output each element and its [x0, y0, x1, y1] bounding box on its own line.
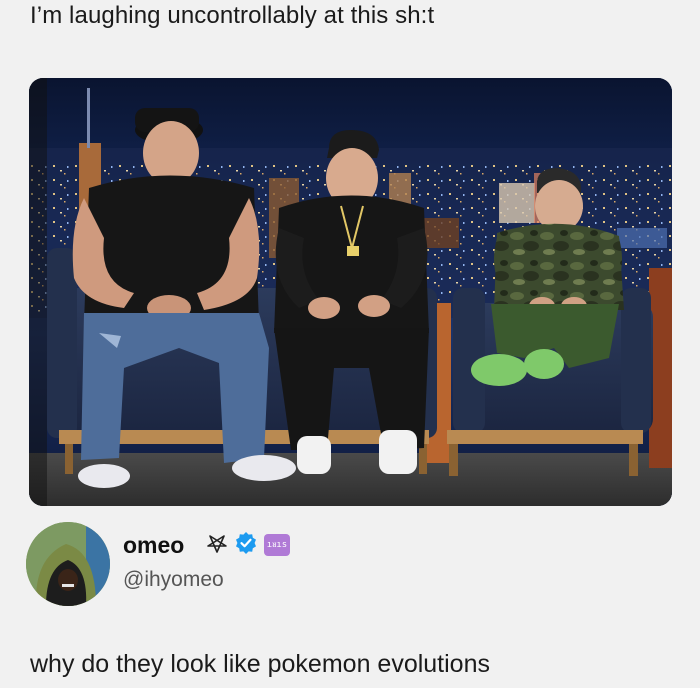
user-handle[interactable]: @ihyomeo — [123, 568, 224, 592]
top-caption: I’m laughing uncontrollably at this sh:t — [30, 2, 435, 29]
bottom-caption: why do they look like pokemon evolutions — [30, 650, 490, 678]
pentagram-icon — [206, 532, 228, 559]
verified-badge-icon[interactable] — [234, 531, 258, 560]
meme-post: I’m laughing uncontrollably at this sh:t — [0, 0, 700, 688]
iris-badge-label: ıᴚıs — [266, 540, 288, 550]
avatar-hooded-figure — [26, 522, 110, 606]
author-row[interactable]: omeo ıᴚıs @ihyomeo — [26, 522, 666, 608]
badge-group: ıᴚıs — [206, 531, 290, 560]
avatar[interactable] — [26, 522, 110, 606]
post-photo[interactable] — [29, 78, 672, 506]
talk-show-photo — [29, 78, 672, 506]
iris-badge-icon[interactable]: ıᴚıs — [264, 534, 290, 556]
display-name[interactable]: omeo — [123, 532, 184, 559]
